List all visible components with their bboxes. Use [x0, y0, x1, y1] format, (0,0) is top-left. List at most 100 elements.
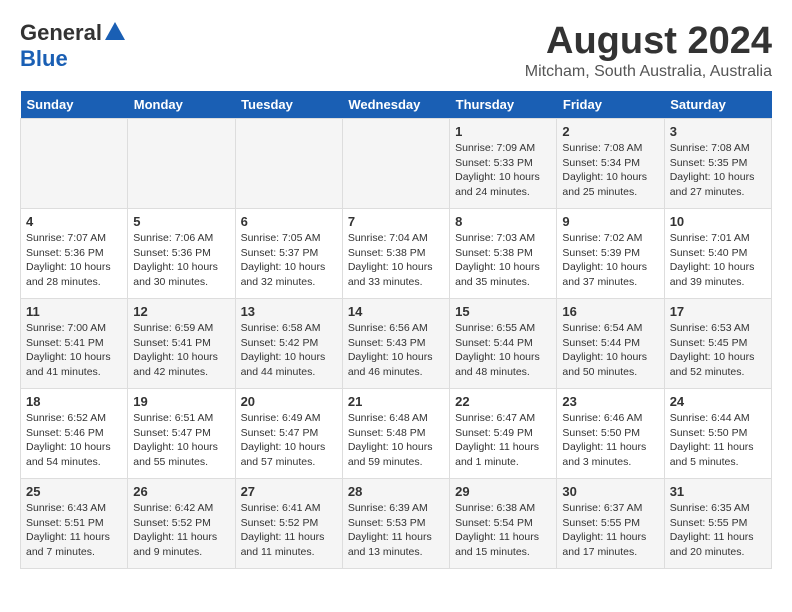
calendar-header-row: SundayMondayTuesdayWednesdayThursdayFrid…: [21, 91, 772, 119]
calendar-cell: 16 Sunrise: 6:54 AM Sunset: 5:44 PM Dayli…: [557, 299, 664, 389]
title-area: August 2024 Mitcham, South Australia, Au…: [525, 20, 772, 81]
day-info: Sunrise: 7:05 AM Sunset: 5:37 PM Dayligh…: [241, 231, 337, 290]
day-info: Sunrise: 6:48 AM Sunset: 5:48 PM Dayligh…: [348, 411, 444, 470]
calendar-cell: [21, 119, 128, 209]
main-title: August 2024: [525, 20, 772, 63]
logo-general-text: General: [20, 20, 102, 46]
day-info: Sunrise: 6:59 AM Sunset: 5:41 PM Dayligh…: [133, 321, 229, 380]
column-header-friday: Friday: [557, 91, 664, 119]
day-number: 21: [348, 394, 444, 409]
day-number: 27: [241, 484, 337, 499]
day-info: Sunrise: 7:03 AM Sunset: 5:38 PM Dayligh…: [455, 231, 551, 290]
day-info: Sunrise: 7:08 AM Sunset: 5:35 PM Dayligh…: [670, 141, 766, 200]
calendar-cell: 25Sunrise: 6:43 AM Sunset: 5:51 PM Dayli…: [21, 479, 128, 569]
calendar-cell: 3 Sunrise: 7:08 AM Sunset: 5:35 PM Daylig…: [664, 119, 771, 209]
column-header-sunday: Sunday: [21, 91, 128, 119]
day-number: 10: [670, 214, 766, 229]
calendar-cell: [342, 119, 449, 209]
day-info: Sunrise: 7:02 AM Sunset: 5:39 PM Dayligh…: [562, 231, 658, 290]
calendar-cell: 31 Sunrise: 6:35 AM Sunset: 5:55 PM Dayli…: [664, 479, 771, 569]
day-info: Sunrise: 6:49 AM Sunset: 5:47 PM Dayligh…: [241, 411, 337, 470]
calendar-cell: 10 Sunrise: 7:01 AM Sunset: 5:40 PM Dayli…: [664, 209, 771, 299]
calendar-cell: 2Sunrise: 7:08 AM Sunset: 5:34 PM Daylig…: [557, 119, 664, 209]
calendar-cell: 9 Sunrise: 7:02 AM Sunset: 5:39 PM Daylig…: [557, 209, 664, 299]
subtitle: Mitcham, South Australia, Australia: [525, 63, 772, 81]
calendar-cell: [128, 119, 235, 209]
day-number: 24: [670, 394, 766, 409]
column-header-thursday: Thursday: [450, 91, 557, 119]
day-number: 15: [455, 304, 551, 319]
day-number: 4: [26, 214, 122, 229]
calendar-cell: 4Sunrise: 7:07 AM Sunset: 5:36 PM Daylig…: [21, 209, 128, 299]
calendar-cell: 23 Sunrise: 6:46 AM Sunset: 5:50 PM Dayli…: [557, 389, 664, 479]
calendar-cell: 26 Sunrise: 6:42 AM Sunset: 5:52 PM Dayli…: [128, 479, 235, 569]
day-number: 28: [348, 484, 444, 499]
day-number: 31: [670, 484, 766, 499]
calendar-week-row: 25Sunrise: 6:43 AM Sunset: 5:51 PM Dayli…: [21, 479, 772, 569]
day-info: Sunrise: 6:35 AM Sunset: 5:55 PM Dayligh…: [670, 501, 766, 560]
calendar-cell: 14Sunrise: 6:56 AM Sunset: 5:43 PM Dayli…: [342, 299, 449, 389]
calendar-cell: 29Sunrise: 6:38 AM Sunset: 5:54 PM Dayli…: [450, 479, 557, 569]
day-number: 3: [670, 124, 766, 139]
day-number: 30: [562, 484, 658, 499]
calendar-week-row: 11Sunrise: 7:00 AM Sunset: 5:41 PM Dayli…: [21, 299, 772, 389]
calendar-cell: 30 Sunrise: 6:37 AM Sunset: 5:55 PM Dayli…: [557, 479, 664, 569]
day-info: Sunrise: 6:41 AM Sunset: 5:52 PM Dayligh…: [241, 501, 337, 560]
day-number: 12: [133, 304, 229, 319]
day-number: 17: [670, 304, 766, 319]
column-header-monday: Monday: [128, 91, 235, 119]
day-info: Sunrise: 6:39 AM Sunset: 5:53 PM Dayligh…: [348, 501, 444, 560]
page-header: General Blue August 2024 Mitcham, South …: [20, 20, 772, 81]
logo-triangle-icon: [105, 22, 125, 40]
day-info: Sunrise: 6:54 AM Sunset: 5:44 PM Dayligh…: [562, 321, 658, 380]
day-info: Sunrise: 7:08 AM Sunset: 5:34 PM Dayligh…: [562, 141, 658, 200]
day-info: Sunrise: 6:55 AM Sunset: 5:44 PM Dayligh…: [455, 321, 551, 380]
calendar-cell: 24Sunrise: 6:44 AM Sunset: 5:50 PM Dayli…: [664, 389, 771, 479]
day-info: Sunrise: 6:37 AM Sunset: 5:55 PM Dayligh…: [562, 501, 658, 560]
calendar-cell: 19Sunrise: 6:51 AM Sunset: 5:47 PM Dayli…: [128, 389, 235, 479]
day-info: Sunrise: 6:51 AM Sunset: 5:47 PM Dayligh…: [133, 411, 229, 470]
calendar-cell: 1Sunrise: 7:09 AM Sunset: 5:33 PM Daylig…: [450, 119, 557, 209]
day-number: 26: [133, 484, 229, 499]
day-number: 8: [455, 214, 551, 229]
day-number: 23: [562, 394, 658, 409]
day-number: 16: [562, 304, 658, 319]
calendar-cell: 28 Sunrise: 6:39 AM Sunset: 5:53 PM Dayli…: [342, 479, 449, 569]
calendar-cell: 12 Sunrise: 6:59 AM Sunset: 5:41 PM Dayli…: [128, 299, 235, 389]
calendar-cell: 15 Sunrise: 6:55 AM Sunset: 5:44 PM Dayli…: [450, 299, 557, 389]
calendar-cell: 20 Sunrise: 6:49 AM Sunset: 5:47 PM Dayli…: [235, 389, 342, 479]
calendar-cell: 11Sunrise: 7:00 AM Sunset: 5:41 PM Dayli…: [21, 299, 128, 389]
day-number: 7: [348, 214, 444, 229]
day-info: Sunrise: 7:01 AM Sunset: 5:40 PM Dayligh…: [670, 231, 766, 290]
calendar-cell: 7 Sunrise: 7:04 AM Sunset: 5:38 PM Daylig…: [342, 209, 449, 299]
day-number: 20: [241, 394, 337, 409]
day-number: 5: [133, 214, 229, 229]
day-info: Sunrise: 6:56 AM Sunset: 5:43 PM Dayligh…: [348, 321, 444, 380]
logo: General Blue: [20, 20, 125, 72]
day-number: 25: [26, 484, 122, 499]
day-number: 18: [26, 394, 122, 409]
calendar-cell: 13Sunrise: 6:58 AM Sunset: 5:42 PM Dayli…: [235, 299, 342, 389]
day-number: 1: [455, 124, 551, 139]
day-info: Sunrise: 6:58 AM Sunset: 5:42 PM Dayligh…: [241, 321, 337, 380]
calendar-cell: 8 Sunrise: 7:03 AM Sunset: 5:38 PM Daylig…: [450, 209, 557, 299]
day-info: Sunrise: 7:06 AM Sunset: 5:36 PM Dayligh…: [133, 231, 229, 290]
day-number: 11: [26, 304, 122, 319]
column-header-wednesday: Wednesday: [342, 91, 449, 119]
column-header-tuesday: Tuesday: [235, 91, 342, 119]
calendar-cell: 18Sunrise: 6:52 AM Sunset: 5:46 PM Dayli…: [21, 389, 128, 479]
logo-blue-text: Blue: [20, 46, 68, 72]
calendar-cell: 21 Sunrise: 6:48 AM Sunset: 5:48 PM Dayli…: [342, 389, 449, 479]
calendar-cell: 27 Sunrise: 6:41 AM Sunset: 5:52 PM Dayli…: [235, 479, 342, 569]
day-info: Sunrise: 7:04 AM Sunset: 5:38 PM Dayligh…: [348, 231, 444, 290]
day-info: Sunrise: 6:42 AM Sunset: 5:52 PM Dayligh…: [133, 501, 229, 560]
calendar-cell: [235, 119, 342, 209]
calendar-week-row: 4Sunrise: 7:07 AM Sunset: 5:36 PM Daylig…: [21, 209, 772, 299]
day-info: Sunrise: 6:38 AM Sunset: 5:54 PM Dayligh…: [455, 501, 551, 560]
day-info: Sunrise: 6:46 AM Sunset: 5:50 PM Dayligh…: [562, 411, 658, 470]
calendar-week-row: 18Sunrise: 6:52 AM Sunset: 5:46 PM Dayli…: [21, 389, 772, 479]
calendar-cell: 17Sunrise: 6:53 AM Sunset: 5:45 PM Dayli…: [664, 299, 771, 389]
calendar-table: SundayMondayTuesdayWednesdayThursdayFrid…: [20, 91, 772, 569]
day-number: 6: [241, 214, 337, 229]
day-number: 9: [562, 214, 658, 229]
